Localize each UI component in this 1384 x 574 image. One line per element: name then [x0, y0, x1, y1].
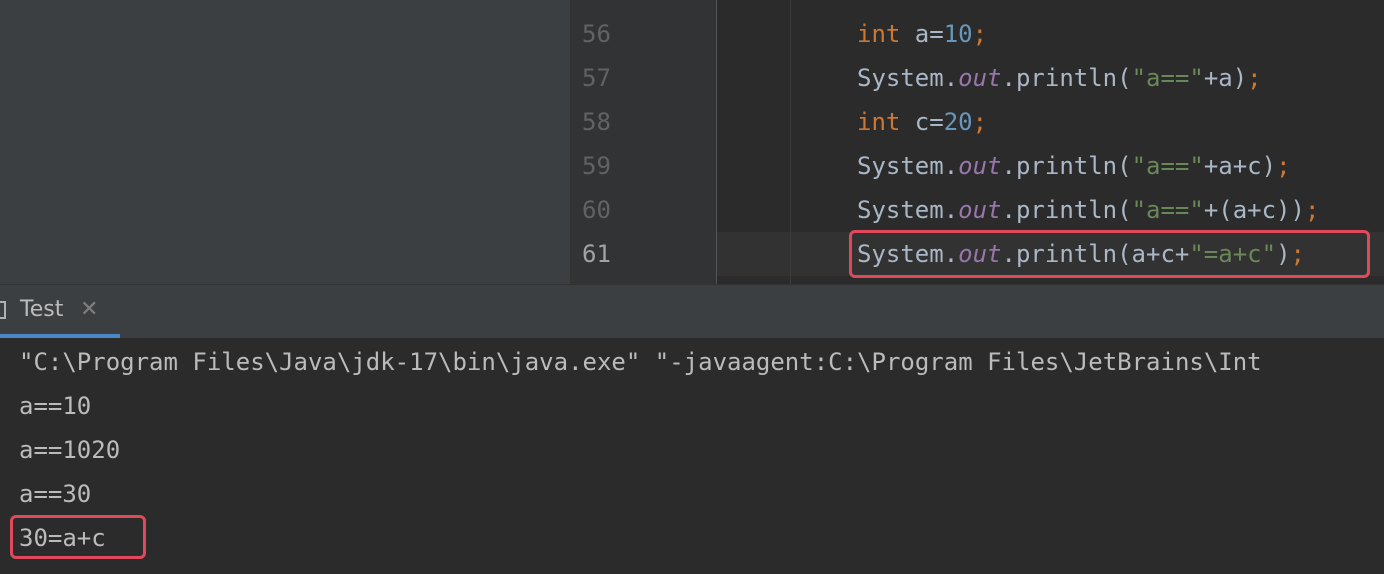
indent-guide	[790, 0, 791, 284]
gutter-divider	[716, 0, 717, 284]
code-token: System.	[857, 196, 959, 224]
console-icon	[0, 301, 6, 319]
console-line: a==30	[19, 480, 92, 508]
console-line: a==10	[19, 392, 92, 420]
code-line[interactable]: int c=20;	[857, 100, 987, 144]
console-line-command: "C:\Program Files\Java\jdk-17\bin\java.e…	[19, 348, 1262, 376]
console-line: a==1020	[19, 436, 121, 464]
code-token: ;	[1304, 196, 1320, 224]
code-token: ;	[972, 20, 988, 48]
code-token: System.	[857, 152, 959, 180]
close-icon[interactable]: ✕	[80, 297, 98, 322]
code-token: ;	[972, 108, 988, 136]
code-token: +(a+c))	[1203, 196, 1305, 224]
code-token: 20	[943, 108, 973, 136]
code-line[interactable]: System.out.println("a=="+a);	[857, 56, 1262, 100]
tab-label: Test	[20, 297, 64, 322]
run-tool-window-header: Test ✕	[0, 284, 1384, 338]
code-token: "a=="	[1131, 64, 1204, 92]
code-token: .println(	[1001, 196, 1132, 224]
code-token: ;	[1276, 152, 1291, 180]
line-number: 59	[582, 152, 611, 180]
line-number-current: 61	[582, 240, 611, 268]
line-number: 57	[582, 64, 611, 92]
code-token: int	[857, 108, 901, 136]
code-token: +a+c)	[1203, 152, 1277, 180]
code-token: out	[958, 196, 1002, 224]
code-line[interactable]: System.out.println("a=="+(a+c));	[857, 188, 1319, 232]
code-token: out	[958, 152, 1002, 180]
line-number: 56	[582, 20, 611, 48]
code-token: a=	[900, 20, 944, 48]
code-token: out	[958, 64, 1002, 92]
code-token: +a)	[1203, 64, 1248, 92]
code-token: int	[857, 20, 901, 48]
line-number: 60	[582, 196, 611, 224]
code-token: .println(	[1001, 64, 1132, 92]
code-token: "a=="	[1131, 196, 1204, 224]
tab-test[interactable]: Test ✕	[0, 285, 120, 338]
annotation-box-code	[849, 230, 1370, 278]
annotation-box-output	[10, 515, 146, 559]
code-token: c=	[900, 108, 944, 136]
line-number: 58	[582, 108, 611, 136]
code-token: 10	[943, 20, 973, 48]
code-line[interactable]: System.out.println("a=="+a+c);	[857, 144, 1291, 188]
project-tool-window	[0, 0, 570, 284]
code-token: "a=="	[1131, 152, 1204, 180]
code-token: System.	[857, 64, 959, 92]
code-line[interactable]: int a=10;	[857, 12, 987, 56]
code-token: ;	[1247, 64, 1262, 92]
code-token: .println(	[1001, 152, 1132, 180]
